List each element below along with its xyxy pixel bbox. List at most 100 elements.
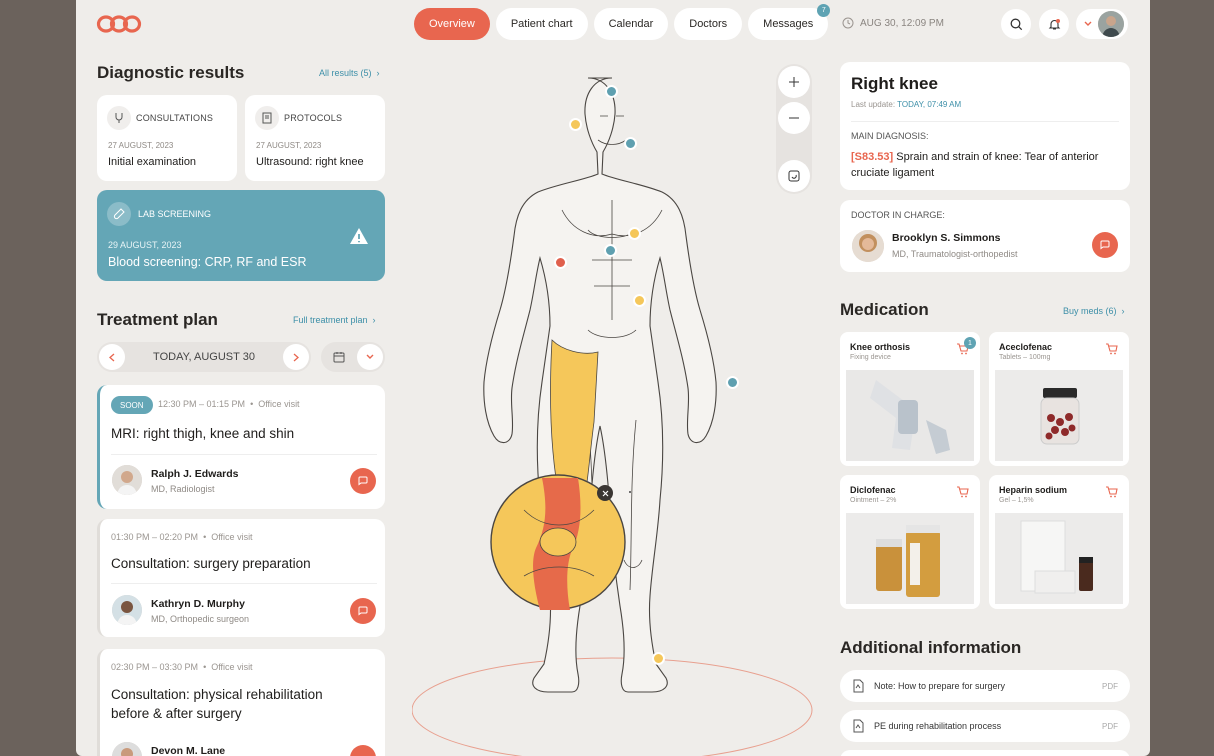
doctor-in-charge-card: DOCTOR IN CHARGE: Brooklyn S. Simmons MD… bbox=[840, 200, 1130, 272]
body-marker[interactable] bbox=[726, 376, 739, 389]
zoom-in-button[interactable] bbox=[778, 66, 810, 98]
card-date: 27 AUGUST, 2023 bbox=[256, 141, 322, 150]
body-marker[interactable] bbox=[633, 294, 646, 307]
card-name: Ultrasound: right knee bbox=[256, 156, 364, 168]
divider bbox=[111, 454, 377, 455]
divider bbox=[851, 121, 1119, 122]
current-datetime: AUG 30, 12:09 PM bbox=[842, 17, 944, 29]
pdf-document-item[interactable] bbox=[840, 750, 1130, 756]
cart-badge: 1 bbox=[964, 337, 976, 349]
all-results-link[interactable]: All results (5) › bbox=[319, 68, 380, 78]
treatment-plan-title: Treatment plan bbox=[97, 310, 218, 329]
doctor-role: MD, Radiologist bbox=[151, 484, 215, 494]
visit-time: 12:30 PM – 01:15 PM • Office visit bbox=[158, 399, 300, 409]
body-marker[interactable] bbox=[605, 85, 618, 98]
treatment-item[interactable]: 02:30 PM – 03:30 PM • Office visit Consu… bbox=[97, 649, 385, 756]
rotate-icon bbox=[788, 170, 800, 182]
logo-icon bbox=[96, 15, 142, 33]
med-subtitle: Gel – 1,5% bbox=[999, 497, 1034, 504]
chat-button[interactable] bbox=[350, 745, 376, 756]
diagnosis-card: Right knee Last update: TODAY, 07:49 AM … bbox=[840, 62, 1130, 190]
pdf-document-item[interactable]: Note: How to prepare for surgery PDF bbox=[840, 670, 1130, 702]
doctor-avatar bbox=[112, 465, 142, 495]
divider bbox=[111, 583, 377, 584]
doctor-role: MD, Orthopedic surgeon bbox=[151, 614, 250, 624]
visit-title: Consultation: surgery preparation bbox=[111, 556, 311, 571]
buy-meds-link[interactable]: Buy meds (6) › bbox=[1063, 306, 1125, 316]
expand-calendar-button[interactable] bbox=[357, 344, 383, 370]
pdf-icon bbox=[853, 719, 864, 733]
medication-card[interactable]: Heparin sodium Gel – 1,5% bbox=[989, 475, 1129, 609]
close-zoom-button[interactable] bbox=[597, 485, 613, 501]
chat-button[interactable] bbox=[350, 598, 376, 624]
doctor-avatar bbox=[852, 230, 884, 262]
calendar-picker[interactable] bbox=[321, 342, 385, 372]
document-icon bbox=[255, 106, 279, 130]
visit-time: 02:30 PM – 03:30 PM • Office visit bbox=[111, 662, 253, 672]
profile-menu[interactable] bbox=[1076, 9, 1128, 39]
zoom-controls bbox=[776, 64, 812, 194]
notifications-button[interactable] bbox=[1039, 9, 1069, 39]
body-marker[interactable] bbox=[604, 244, 617, 257]
medication-card[interactable]: Diclofenac Ointment – 2% bbox=[840, 475, 980, 609]
card-category: LAB SCREENING bbox=[138, 209, 212, 219]
document-type: PDF bbox=[1102, 721, 1118, 731]
chevron-down-icon bbox=[1084, 21, 1092, 26]
user-avatar bbox=[1098, 11, 1124, 37]
test-tube-icon bbox=[107, 202, 131, 226]
card-name: Blood screening: CRP, RF and ESR bbox=[108, 255, 307, 269]
calendar-icon bbox=[333, 352, 345, 363]
tablets-jar-image bbox=[995, 370, 1123, 461]
cart-icon[interactable] bbox=[1105, 486, 1118, 498]
doctor-avatar bbox=[112, 742, 142, 756]
med-name: Heparin sodium bbox=[999, 485, 1068, 495]
search-button[interactable] bbox=[1001, 9, 1031, 39]
card-category: PROTOCOLS bbox=[284, 113, 343, 123]
body-marker[interactable] bbox=[554, 256, 567, 269]
minus-icon bbox=[789, 117, 799, 119]
med-subtitle: Ointment – 2% bbox=[850, 497, 897, 504]
medication-title: Medication bbox=[840, 300, 929, 319]
chevron-left-icon bbox=[109, 353, 115, 361]
rotate-view-button[interactable] bbox=[778, 160, 810, 192]
search-icon bbox=[1010, 18, 1022, 30]
cart-icon[interactable] bbox=[1105, 343, 1118, 355]
body-marker[interactable] bbox=[569, 118, 582, 131]
chat-icon bbox=[358, 606, 368, 616]
body-marker[interactable] bbox=[652, 652, 665, 665]
medication-card[interactable]: Aceclofenac Tablets – 100mg bbox=[989, 332, 1129, 466]
body-marker[interactable] bbox=[628, 227, 641, 240]
date-selector: TODAY, AUGUST 30 bbox=[97, 342, 311, 372]
zoom-out-button[interactable] bbox=[778, 102, 810, 134]
prev-day-button[interactable] bbox=[99, 344, 125, 370]
consultations-card[interactable]: CONSULTATIONS 27 AUGUST, 2023 Initial ex… bbox=[97, 95, 237, 181]
med-name: Knee orthosis bbox=[850, 342, 911, 352]
pdf-document-item[interactable]: PE during rehabilitation process PDF bbox=[840, 710, 1130, 742]
full-treatment-plan-link[interactable]: Full treatment plan › bbox=[293, 315, 376, 325]
chat-button[interactable] bbox=[1092, 232, 1118, 258]
document-name: Note: How to prepare for surgery bbox=[874, 681, 1006, 691]
diagnostic-results-title: Diagnostic results bbox=[97, 63, 245, 82]
medication-card[interactable]: Knee orthosis Fixing device 1 bbox=[840, 332, 980, 466]
med-name: Aceclofenac bbox=[999, 342, 1053, 352]
treatment-item[interactable]: SOON 12:30 PM – 01:15 PM • Office visit … bbox=[97, 385, 385, 509]
gel-box-image bbox=[995, 513, 1123, 604]
bell-icon bbox=[1048, 18, 1060, 30]
body-marker[interactable] bbox=[624, 137, 637, 150]
close-icon bbox=[602, 490, 608, 496]
protocols-card[interactable]: PROTOCOLS 27 AUGUST, 2023 Ultrasound: ri… bbox=[245, 95, 385, 181]
lab-screening-card[interactable]: LAB SCREENING 29 AUGUST, 2023 Blood scre… bbox=[97, 190, 385, 281]
card-category: CONSULTATIONS bbox=[136, 113, 214, 123]
document-name: PE during rehabilitation process bbox=[874, 721, 1002, 731]
visit-title: Consultation: physical rehabilitation be… bbox=[111, 687, 323, 721]
cart-icon[interactable] bbox=[956, 486, 969, 498]
doctor-name: Devon M. Lane bbox=[151, 745, 226, 756]
clock-icon bbox=[842, 17, 854, 29]
visit-title: MRI: right thigh, knee and shin bbox=[111, 426, 295, 441]
treatment-item[interactable]: 01:30 PM – 02:20 PM • Office visit Consu… bbox=[97, 519, 385, 637]
chat-button[interactable] bbox=[350, 468, 376, 494]
next-day-button[interactable] bbox=[283, 344, 309, 370]
plus-icon bbox=[789, 77, 799, 87]
chevron-right-icon bbox=[293, 353, 299, 361]
chat-icon bbox=[1100, 240, 1110, 250]
